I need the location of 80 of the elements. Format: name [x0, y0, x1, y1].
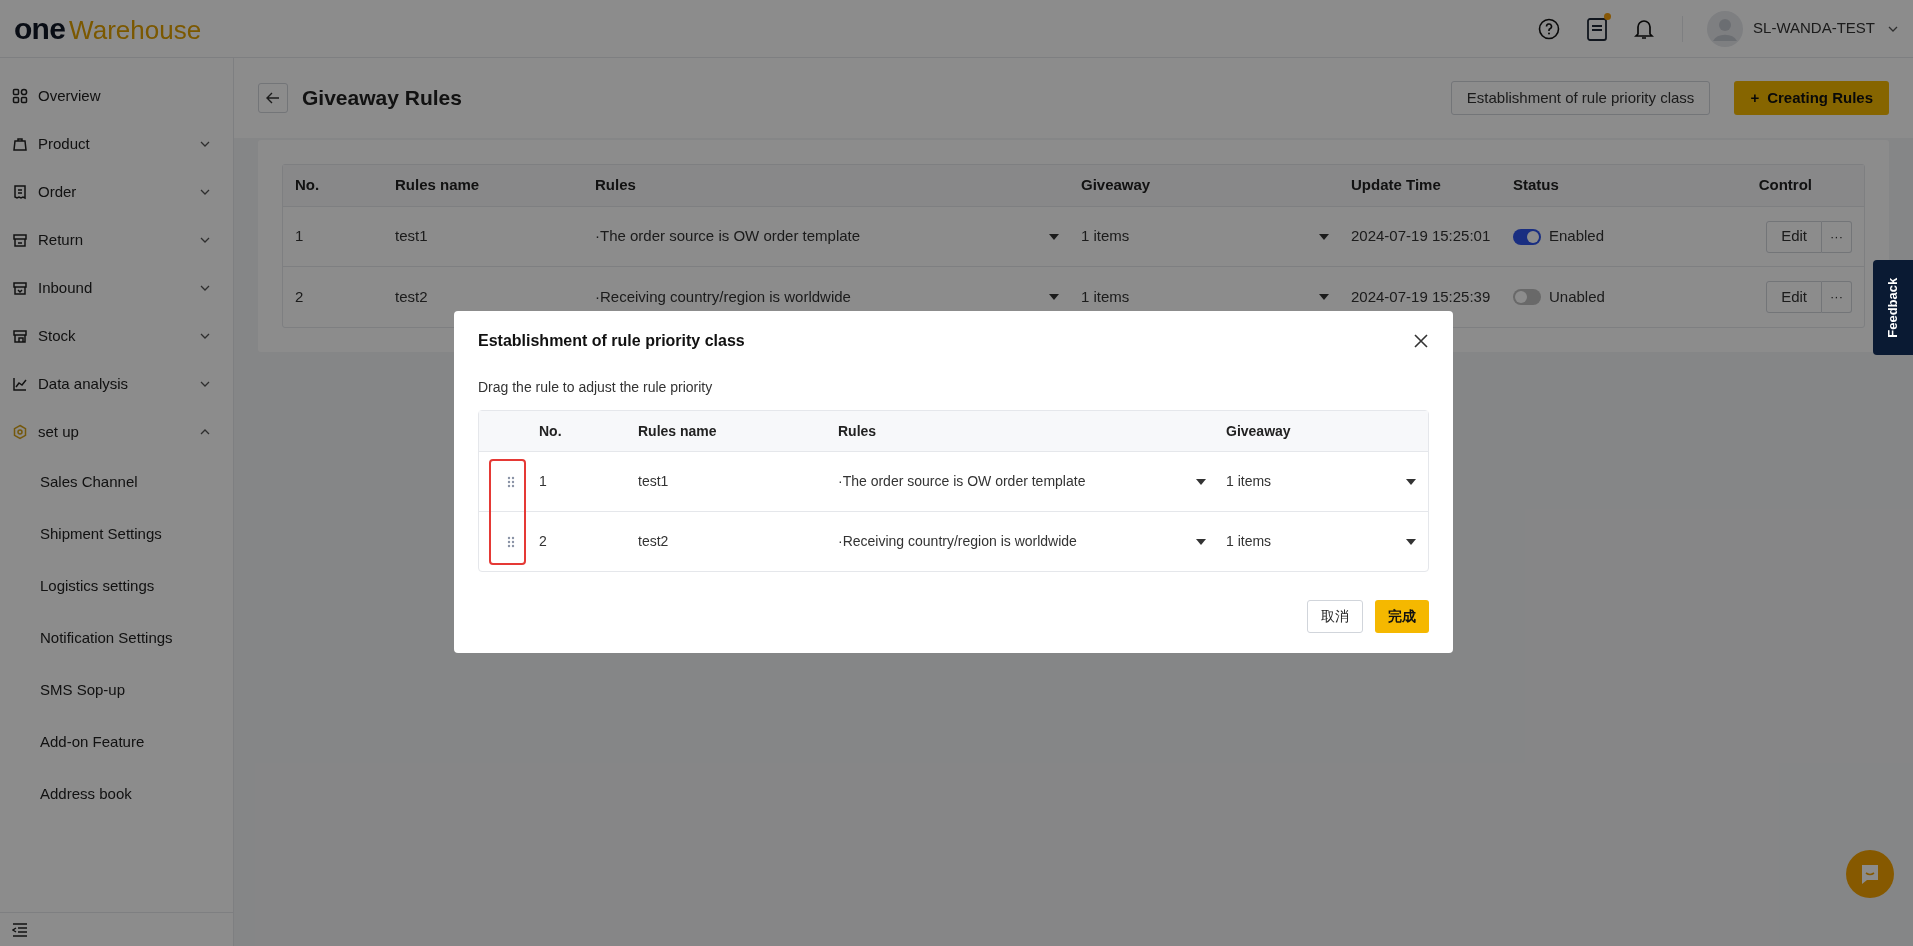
- column-header: Rules name: [638, 421, 718, 441]
- nav-subitem[interactable]: Logistics settings: [0, 560, 233, 612]
- nav-subitem[interactable]: Address book: [0, 768, 233, 820]
- giveaway-dropdown[interactable]: 1 items: [1226, 471, 1428, 492]
- caret-icon: [1319, 294, 1329, 300]
- table-cell-text: test1: [395, 226, 429, 247]
- table-cell-text: 2: [295, 286, 305, 307]
- rules-dropdown[interactable]: ·The order source is OW order template: [595, 225, 1081, 248]
- priority-class-button[interactable]: Establishment of rule priority class: [1450, 81, 1711, 115]
- nav-item[interactable]: Overview: [0, 72, 233, 120]
- nav-item[interactable]: Stock: [0, 312, 233, 360]
- table-cell-text: test1: [638, 472, 670, 491]
- drag-handle-icon[interactable]: [507, 475, 515, 488]
- user-name[interactable]: SL-WANDA-TEST: [1753, 17, 1875, 40]
- nav-item[interactable]: Order: [0, 168, 233, 216]
- caret-icon: [1319, 233, 1329, 240]
- table-cell-text: 2: [539, 532, 548, 551]
- logo-text: Warehouse: [69, 16, 202, 43]
- confirm-button[interactable]: 完成: [1375, 600, 1429, 633]
- giveaway-dropdown[interactable]: 1 items: [1226, 531, 1428, 552]
- close-icon[interactable]: [1413, 333, 1429, 349]
- logo-text: one: [14, 13, 66, 44]
- edit-button[interactable]: Edit: [1766, 220, 1822, 253]
- clipboard-icon[interactable]: [1586, 15, 1609, 42]
- caret-icon: [1049, 233, 1059, 240]
- column-header: No.: [539, 421, 563, 441]
- nav-item[interactable]: set up: [0, 408, 233, 456]
- nav-subitem[interactable]: Shipment Settings: [0, 508, 233, 560]
- drag-handle-icon[interactable]: [507, 535, 515, 548]
- back-arrow-icon: [266, 92, 280, 104]
- collapse-menu-icon[interactable]: [12, 922, 28, 937]
- table-cell-text: 1: [539, 472, 548, 491]
- feedback-tab[interactable]: Feedback: [1873, 260, 1913, 355]
- caret-icon: [1196, 538, 1206, 545]
- nav-item[interactable]: Inbound: [0, 264, 233, 312]
- create-rules-button[interactable]: + Creating Rules: [1734, 81, 1889, 115]
- giveaway-dropdown[interactable]: 1 items: [1081, 285, 1351, 309]
- rules-dropdown[interactable]: ·Receiving country/region is worldwide: [595, 285, 1081, 309]
- status-label: Enabled: [1549, 226, 1605, 247]
- status-toggle[interactable]: [1513, 289, 1541, 305]
- giveaway-dropdown[interactable]: 1 items: [1081, 225, 1351, 248]
- column-header: Control: [1757, 175, 1813, 196]
- table-cell-text: 2024-07-19 15:25:39: [1351, 286, 1492, 307]
- edit-button[interactable]: Edit: [1766, 281, 1822, 313]
- caret-icon: [1406, 538, 1416, 545]
- nav-subitem[interactable]: Notification Settings: [0, 612, 233, 664]
- bell-icon[interactable]: [1634, 17, 1655, 40]
- column-header: Update Time: [1351, 175, 1442, 196]
- table-cell-text: test2: [395, 286, 429, 307]
- caret-icon: [1196, 478, 1206, 485]
- nav-item[interactable]: Return: [0, 216, 233, 264]
- column-header: No.: [295, 175, 321, 196]
- nav-item[interactable]: Data analysis: [0, 360, 233, 408]
- table-cell-text: 1: [295, 226, 305, 247]
- table-cell-text: test2: [638, 532, 670, 551]
- rules-dropdown[interactable]: ·Receiving country/region is worldwide: [838, 531, 1226, 552]
- modal-title: Establishment of rule priority class: [478, 331, 745, 351]
- column-header: Rules: [595, 175, 637, 196]
- more-button[interactable]: ···: [1822, 220, 1852, 253]
- modal-description: Drag the rule to adjust the rule priority: [478, 378, 714, 397]
- caret-icon: [1049, 294, 1059, 300]
- caret-icon: [1406, 478, 1416, 485]
- nav-item[interactable]: Product: [0, 120, 233, 168]
- nav-subitem[interactable]: SMS Sop-up: [0, 664, 233, 716]
- page-title: Giveaway Rules: [302, 85, 463, 112]
- column-header: Rules: [838, 421, 878, 441]
- table-cell-text: 2024-07-19 15:25:01: [1351, 226, 1492, 247]
- column-header: Status: [1513, 175, 1560, 196]
- more-button[interactable]: ···: [1822, 281, 1852, 313]
- back-button[interactable]: [258, 83, 288, 113]
- nav-subitem[interactable]: Sales Channel: [0, 456, 233, 508]
- nav-subitem[interactable]: Add-on Feature: [0, 716, 233, 768]
- rules-dropdown[interactable]: ·The order source is OW order template: [838, 471, 1226, 492]
- help-icon[interactable]: [1538, 17, 1561, 40]
- status-label: Unabled: [1549, 286, 1605, 307]
- status-toggle[interactable]: [1513, 228, 1541, 245]
- column-header: Giveaway: [1081, 175, 1152, 196]
- column-header: Rules name: [395, 175, 481, 196]
- cancel-button[interactable]: 取消: [1307, 600, 1363, 633]
- column-header: Giveaway: [1226, 421, 1292, 441]
